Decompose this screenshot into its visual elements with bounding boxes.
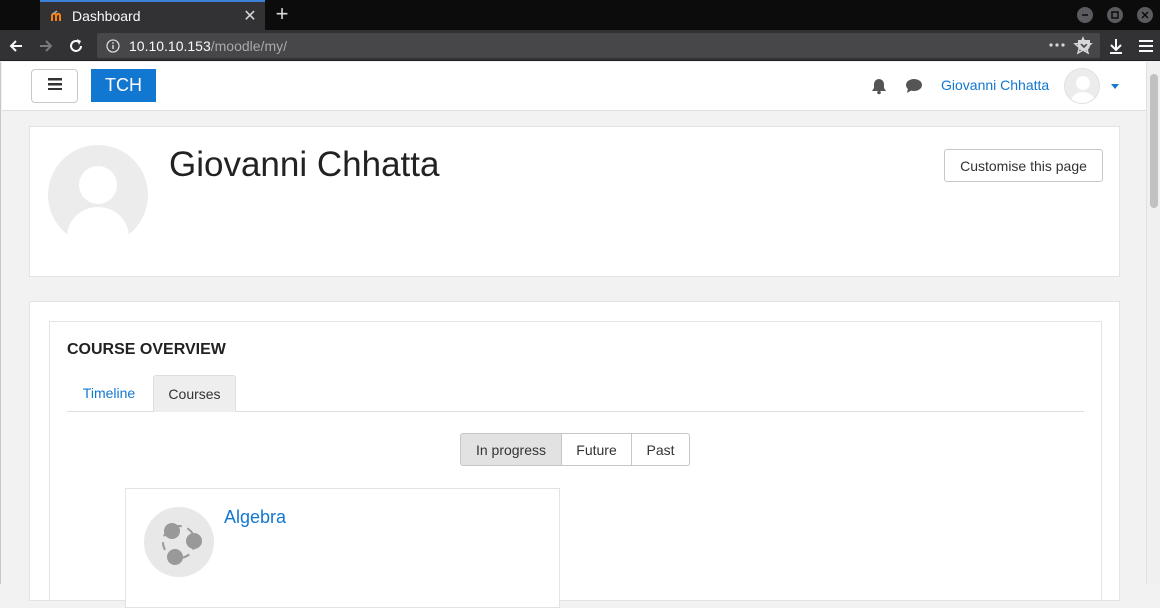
- course-card: Algebra: [125, 488, 560, 608]
- maximize-window-icon[interactable]: [1107, 7, 1123, 23]
- profile-picture: [48, 145, 148, 245]
- new-tab-icon[interactable]: +: [270, 2, 294, 28]
- moodle-favicon-icon: [50, 8, 66, 24]
- user-menu-name[interactable]: Giovanni Chhatta: [941, 77, 1049, 93]
- course-filter-group: In progress Future Past: [460, 433, 690, 466]
- course-icon: [144, 507, 214, 577]
- page-title: Giovanni Chhatta: [169, 145, 440, 184]
- notifications-bell-icon[interactable]: [870, 77, 888, 100]
- minimize-window-icon[interactable]: [1077, 7, 1093, 23]
- block-title: COURSE OVERVIEW: [67, 341, 226, 358]
- filter-in-progress-button[interactable]: In progress: [460, 433, 562, 466]
- menu-icon[interactable]: [1136, 36, 1156, 56]
- course-overview-block: COURSE OVERVIEW Timeline Courses In prog…: [49, 321, 1102, 608]
- forward-arrow-icon[interactable]: [36, 36, 56, 56]
- downloads-icon[interactable]: [1106, 36, 1126, 56]
- customise-page-button[interactable]: Customise this page: [944, 149, 1103, 182]
- browser-tab-title: Dashboard: [72, 8, 141, 24]
- user-avatar[interactable]: [1064, 68, 1100, 104]
- page-content: TCH Giovanni Chhatta Giovanni Chhatta Cu…: [0, 62, 1147, 608]
- url-host: 10.10.10.153: [129, 37, 211, 54]
- back-arrow-icon[interactable]: [6, 36, 26, 56]
- page-header-card: Giovanni Chhatta Customise this page: [29, 126, 1120, 277]
- url-bar[interactable]: 10.10.10.153/moodle/my/: [97, 33, 1100, 58]
- course-name-link[interactable]: Algebra: [224, 507, 286, 528]
- close-window-icon[interactable]: [1137, 7, 1153, 23]
- filter-past-button[interactable]: Past: [632, 433, 690, 466]
- hamburger-icon: [47, 77, 62, 95]
- close-tab-icon[interactable]: ✕: [235, 6, 265, 26]
- site-info-icon[interactable]: [105, 38, 121, 54]
- browser-tab[interactable]: Dashboard ✕: [40, 0, 265, 30]
- url-path: /moodle/my/: [210, 37, 287, 54]
- browser-toolbar: 10.10.10.153/moodle/my/: [0, 30, 1160, 61]
- tab-courses[interactable]: Courses: [153, 375, 236, 412]
- user-menu-caret-icon[interactable]: [1111, 84, 1119, 89]
- filter-future-button[interactable]: Future: [562, 433, 632, 466]
- bookmark-star-icon[interactable]: [1073, 36, 1093, 56]
- site-header: TCH Giovanni Chhatta: [2, 62, 1147, 111]
- scrollbar-thumb[interactable]: [1150, 74, 1158, 208]
- course-overview-tabs: Timeline Courses: [67, 375, 1084, 412]
- site-brand-button[interactable]: TCH: [91, 69, 156, 102]
- browser-tab-bar: Dashboard ✕ +: [0, 0, 1160, 30]
- nav-drawer-toggle-button[interactable]: [31, 69, 78, 103]
- tab-timeline[interactable]: Timeline: [67, 375, 151, 411]
- messages-chat-icon[interactable]: [905, 78, 923, 99]
- page-actions-icon[interactable]: [1048, 37, 1066, 58]
- main-region: COURSE OVERVIEW Timeline Courses In prog…: [29, 301, 1120, 608]
- reload-icon[interactable]: [66, 36, 86, 56]
- page-scrollbar[interactable]: [1146, 62, 1160, 584]
